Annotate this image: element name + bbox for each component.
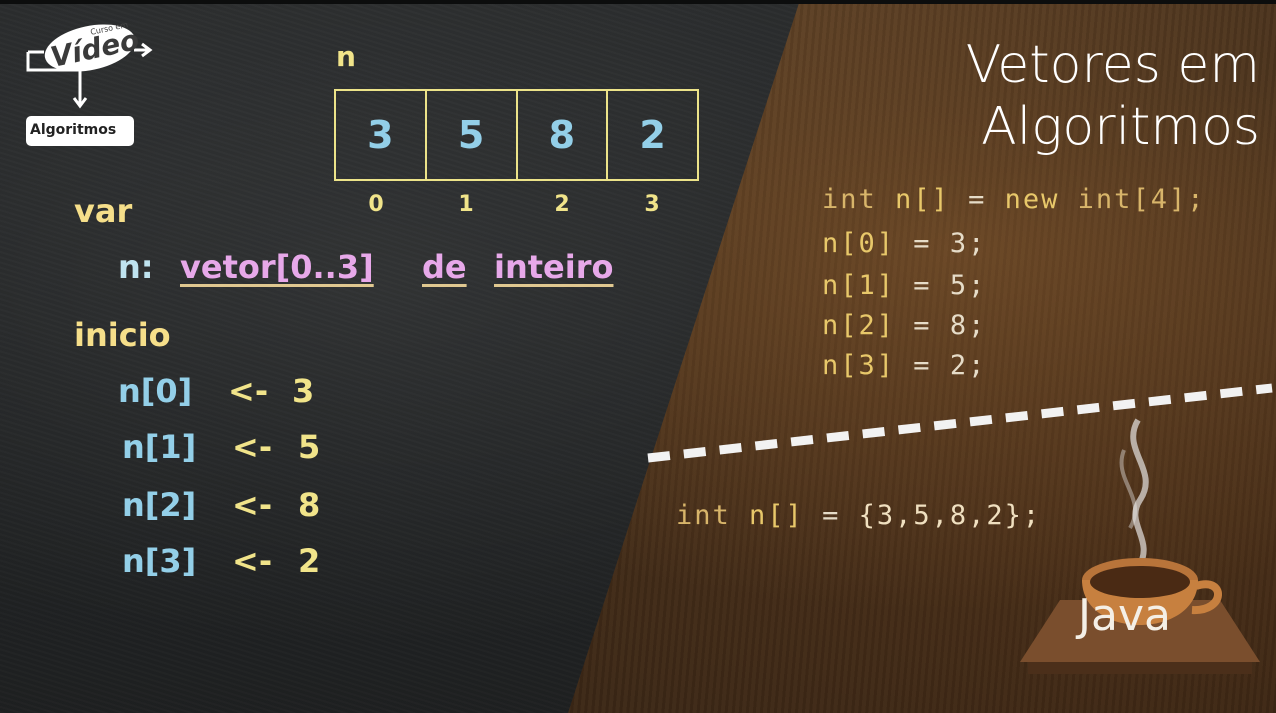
java-array-literal: {3,5,8,2}; [858,500,1042,531]
java-kw-int: int [676,500,731,531]
java-var: n[] [749,500,804,531]
java-coffee-cup-icon [1020,418,1260,674]
slide: Vídeo Curso em Algoritmos n 3 5 8 2 0 1 … [0,0,1276,713]
java-eq: = [822,500,841,531]
java-inline-init: int n[] = {3,5,8,2}; [676,500,1041,531]
java-logo-text: Java [1078,590,1171,641]
